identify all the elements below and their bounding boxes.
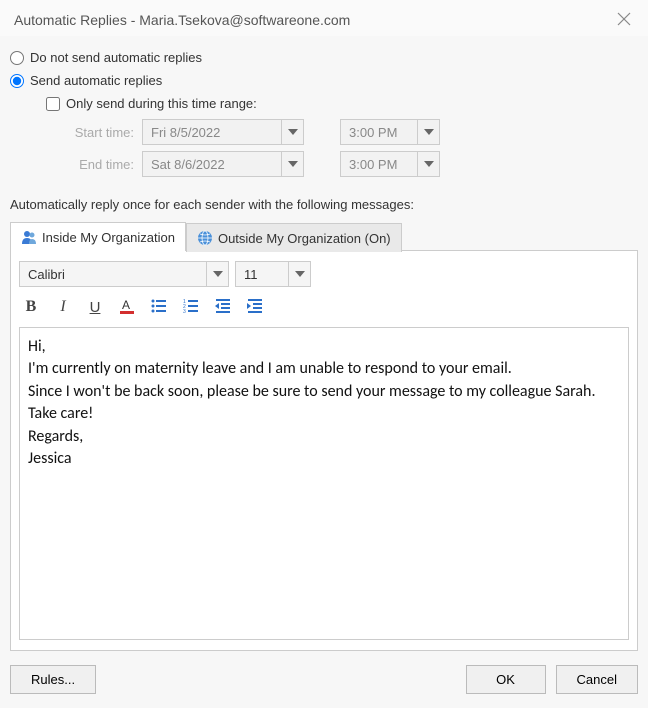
- end-time-dropdown[interactable]: 3:00 PM: [340, 151, 440, 177]
- decrease-indent-button[interactable]: [211, 295, 235, 319]
- tab-outside-label: Outside My Organization (On): [218, 231, 391, 246]
- ok-button[interactable]: OK: [466, 665, 546, 694]
- dialog-content: Do not send automatic replies Send autom…: [0, 36, 648, 651]
- people-icon: [21, 229, 37, 245]
- end-time-row: End time: Sat 8/6/2022 3:00 PM: [46, 151, 638, 177]
- dont-send-label: Do not send automatic replies: [30, 50, 202, 65]
- font-name-dropdown[interactable]: Calibri: [19, 261, 229, 287]
- chevron-down-icon: [288, 262, 310, 286]
- start-date-value: Fri 8/5/2022: [143, 125, 281, 140]
- increase-indent-icon: [246, 297, 264, 318]
- numbered-list-button[interactable]: 123: [179, 295, 203, 319]
- start-time-dropdown[interactable]: 3:00 PM: [340, 119, 440, 145]
- rules-button[interactable]: Rules...: [10, 665, 96, 694]
- chevron-down-icon: [417, 120, 439, 144]
- cancel-button[interactable]: Cancel: [556, 665, 638, 694]
- time-range-check-row[interactable]: Only send during this time range:: [46, 96, 638, 111]
- numbered-list-icon: 123: [182, 297, 200, 318]
- start-time-value: 3:00 PM: [341, 125, 417, 140]
- editor-panel: Calibri 11 B I U A 123: [10, 250, 638, 651]
- chevron-down-icon: [417, 152, 439, 176]
- font-color-icon: A: [118, 297, 136, 318]
- increase-indent-button[interactable]: [243, 295, 267, 319]
- dialog-title: Automatic Replies - Maria.Tsekova@softwa…: [14, 12, 350, 28]
- chevron-down-icon: [281, 152, 303, 176]
- format-toolbar: B I U A 123: [19, 295, 629, 319]
- info-text: Automatically reply once for each sender…: [10, 197, 638, 212]
- start-time-label: Start time:: [46, 125, 142, 140]
- message-textarea[interactable]: Hi, I'm currently on maternity leave and…: [19, 327, 629, 640]
- tab-outside-org[interactable]: Outside My Organization (On): [186, 223, 402, 252]
- bold-icon: B: [26, 298, 37, 316]
- end-date-dropdown[interactable]: Sat 8/6/2022: [142, 151, 304, 177]
- send-label: Send automatic replies: [30, 73, 162, 88]
- italic-icon: I: [60, 298, 65, 316]
- spacer: [106, 665, 455, 694]
- send-radio[interactable]: [10, 74, 24, 88]
- automatic-replies-dialog: Automatic Replies - Maria.Tsekova@softwa…: [0, 0, 648, 708]
- italic-button[interactable]: I: [51, 295, 75, 319]
- tab-inside-label: Inside My Organization: [42, 230, 175, 245]
- underline-icon: U: [90, 299, 101, 316]
- chevron-down-icon: [206, 262, 228, 286]
- decrease-indent-icon: [214, 297, 232, 318]
- globe-icon: [197, 230, 213, 246]
- end-time-label: End time:: [46, 157, 142, 172]
- close-button[interactable]: [614, 10, 634, 30]
- end-time-value: 3:00 PM: [341, 157, 417, 172]
- svg-text:A: A: [122, 298, 130, 312]
- tab-inside-org[interactable]: Inside My Organization: [10, 222, 186, 251]
- dont-send-radio[interactable]: [10, 51, 24, 65]
- chevron-down-icon: [281, 120, 303, 144]
- svg-text:3: 3: [183, 309, 186, 315]
- font-size-dropdown[interactable]: 11: [235, 261, 311, 287]
- font-toolbar: Calibri 11: [19, 261, 629, 287]
- close-icon: [617, 12, 631, 29]
- time-range-checkbox[interactable]: [46, 97, 60, 111]
- dont-send-radio-row[interactable]: Do not send automatic replies: [10, 50, 638, 65]
- end-date-value: Sat 8/6/2022: [143, 157, 281, 172]
- tab-strip: Inside My Organization Outside My Organi…: [10, 222, 638, 251]
- send-radio-row[interactable]: Send automatic replies: [10, 73, 638, 88]
- time-range-label: Only send during this time range:: [66, 96, 257, 111]
- font-size-value: 11: [236, 267, 288, 282]
- bold-button[interactable]: B: [19, 295, 43, 319]
- dialog-footer: Rules... OK Cancel: [0, 651, 648, 708]
- start-date-dropdown[interactable]: Fri 8/5/2022: [142, 119, 304, 145]
- titlebar: Automatic Replies - Maria.Tsekova@softwa…: [0, 0, 648, 36]
- font-name-value: Calibri: [20, 267, 206, 282]
- start-time-row: Start time: Fri 8/5/2022 3:00 PM: [46, 119, 638, 145]
- bullet-list-icon: [150, 297, 168, 318]
- font-color-button[interactable]: A: [115, 295, 139, 319]
- bullet-list-button[interactable]: [147, 295, 171, 319]
- underline-button[interactable]: U: [83, 295, 107, 319]
